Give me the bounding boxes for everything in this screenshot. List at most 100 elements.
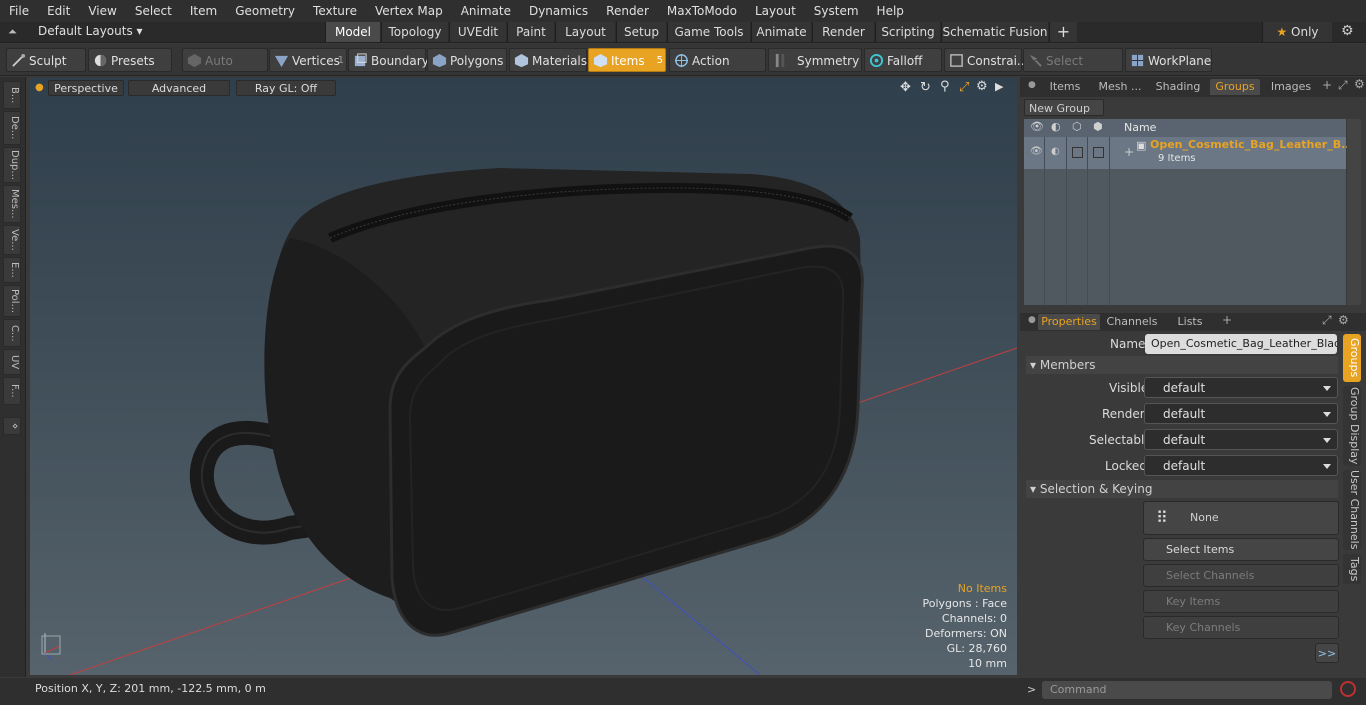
3d-viewport[interactable]: ● Perspective Advanced Ray GL: Off ✥ ↻ ⚲… (30, 78, 1017, 675)
tab-setup[interactable]: Setup (616, 22, 666, 42)
tab-shading[interactable]: Shading (1152, 79, 1204, 95)
add-props-tab-icon[interactable]: + (1222, 313, 1232, 327)
vertices-button[interactable]: Vertices 1 (269, 48, 347, 72)
left-tab-polygon[interactable]: Pol... (3, 285, 21, 317)
left-tab-basic[interactable]: B... (3, 81, 21, 109)
record-icon[interactable] (1340, 681, 1356, 697)
menu-texture[interactable]: Texture (304, 0, 366, 22)
vtab-groups[interactable]: Groups (1343, 334, 1361, 382)
row-lock-checkbox[interactable] (1072, 147, 1083, 158)
props-expand-icon[interactable]: ⤢ (1322, 313, 1332, 328)
props-settings-icon[interactable]: ⚙ (1338, 313, 1349, 327)
panel-menu-dot-icon[interactable]: ● (1028, 80, 1036, 90)
left-tab-mesh-edit[interactable]: Mes... (3, 185, 21, 223)
add-tab-button[interactable]: + (1049, 22, 1077, 42)
row-visibility-icon[interactable]: 👁 (1030, 146, 1043, 157)
left-tab-fusion[interactable]: F... (3, 377, 21, 405)
tab-model[interactable]: Model (325, 22, 380, 42)
row-select-checkbox[interactable] (1093, 147, 1104, 158)
selectable-dropdown[interactable]: default (1144, 429, 1338, 450)
tab-scripting[interactable]: Scripting (875, 22, 940, 42)
tab-uvedit[interactable]: UVEdit (449, 22, 506, 42)
command-input[interactable]: Command (1042, 681, 1332, 699)
tab-groups[interactable]: Groups (1210, 79, 1260, 95)
expand-icon[interactable]: + (1124, 145, 1134, 159)
collapse-up-icon[interactable]: ⏶ (8, 25, 17, 39)
select-through-button[interactable]: Select Through (1023, 48, 1123, 92)
tab-animate[interactable]: Animate (751, 22, 811, 42)
menu-geometry[interactable]: Geometry (226, 0, 304, 22)
left-tab-vertex[interactable]: Ve... (3, 225, 21, 255)
menu-edit[interactable]: Edit (38, 0, 79, 22)
left-tab-edge[interactable]: E... (3, 257, 21, 283)
expand-panel-icon[interactable]: ⤢ (1338, 78, 1348, 93)
lock-column-icon[interactable]: ⬡ (1072, 120, 1082, 133)
tab-items[interactable]: Items (1042, 79, 1088, 95)
panel-settings-icon[interactable]: ⚙ (1354, 77, 1365, 91)
tab-paint[interactable]: Paint (507, 22, 554, 42)
tab-render[interactable]: Render (812, 22, 874, 42)
menu-view[interactable]: View (79, 0, 125, 22)
menu-help[interactable]: Help (868, 0, 913, 22)
vtab-tags[interactable]: Tags (1343, 554, 1361, 584)
menu-render[interactable]: Render (597, 0, 658, 22)
more-button[interactable]: >> (1315, 643, 1339, 663)
vtab-user-channels[interactable]: User Channels (1343, 470, 1361, 550)
groups-list-scrollbar[interactable] (1347, 119, 1361, 305)
left-tab-deform[interactable]: De... (3, 111, 21, 145)
tab-channels[interactable]: Channels (1104, 314, 1160, 330)
left-tab-uv[interactable]: UV (3, 349, 21, 375)
members-section[interactable]: ▾ Members (1026, 356, 1338, 374)
left-tab-duplicate[interactable]: Dup... (3, 147, 21, 183)
menu-dynamics[interactable]: Dynamics (520, 0, 597, 22)
render-dropdown[interactable]: default (1144, 403, 1338, 424)
menu-vertex-map[interactable]: Vertex Map (366, 0, 452, 22)
constraints-button[interactable]: Constrai... (944, 48, 1028, 72)
key-channels-button[interactable]: Key Channels (1143, 616, 1339, 639)
visibility-column-icon[interactable]: 👁 (1030, 120, 1044, 133)
none-button[interactable]: ⠿ None (1143, 501, 1339, 535)
workplane-button[interactable]: WorkPlane (1125, 48, 1212, 72)
polygons-button[interactable]: Polygons (427, 48, 507, 72)
select-channels-button[interactable]: Select Channels (1143, 564, 1339, 587)
group-row[interactable]: 👁 ◐ + ▣ Open_Cosmetic_Bag_Leather_B... 9… (1024, 137, 1354, 169)
left-tab-curve[interactable]: C... (3, 319, 21, 347)
properties-menu-dot-icon[interactable]: ● (1028, 315, 1036, 325)
materials-button[interactable]: Materials (509, 48, 587, 72)
menu-system[interactable]: System (805, 0, 868, 22)
menu-item[interactable]: Item (181, 0, 226, 22)
symmetry-button[interactable]: Symmetry (768, 48, 862, 72)
menu-file[interactable]: File (0, 0, 38, 22)
tab-mesh[interactable]: Mesh ... (1092, 79, 1148, 95)
menu-layout[interactable]: Layout (746, 0, 805, 22)
left-tab-expand[interactable]: ⋄ (3, 417, 21, 435)
presets-button[interactable]: Presets (88, 48, 172, 72)
visible-dropdown[interactable]: default (1144, 377, 1338, 398)
menu-animate[interactable]: Animate (452, 0, 520, 22)
vtab-group-display[interactable]: Group Display (1343, 386, 1361, 466)
key-items-button[interactable]: Key Items (1143, 590, 1339, 613)
falloff-button[interactable]: Falloff (864, 48, 942, 72)
items-button[interactable]: Items 5 (588, 48, 666, 72)
menu-select[interactable]: Select (126, 0, 181, 22)
gear-icon[interactable]: ⚙ (1341, 23, 1354, 39)
tab-lists[interactable]: Lists (1164, 314, 1216, 330)
select-items-button[interactable]: Select Items (1143, 538, 1339, 561)
boundary-button[interactable]: Boundary (348, 48, 429, 72)
selection-keying-section[interactable]: ▾ Selection & Keying (1026, 480, 1338, 498)
tab-properties[interactable]: Properties (1038, 314, 1100, 330)
action-center-button[interactable]: Action Center (669, 48, 766, 92)
menu-maxtomodo[interactable]: MaxToModo (658, 0, 746, 22)
default-layouts-dropdown[interactable]: Default Layouts ▾ (38, 24, 143, 38)
render-column-icon[interactable]: ◐ (1051, 120, 1061, 133)
tab-topology[interactable]: Topology (381, 22, 448, 42)
tab-images[interactable]: Images (1266, 79, 1316, 95)
add-tab-icon[interactable]: + (1322, 78, 1332, 92)
tab-schematic-fusion[interactable]: Schematic Fusion (941, 22, 1048, 42)
row-render-icon[interactable]: ◐ (1051, 146, 1060, 157)
sculpt-button[interactable]: Sculpt (6, 48, 86, 72)
select-column-icon[interactable]: ⬢ (1093, 120, 1103, 133)
locked-dropdown[interactable]: default (1144, 455, 1338, 476)
auto-select-button[interactable]: Auto Select (182, 48, 268, 92)
new-group-button[interactable]: New Group (1024, 99, 1104, 116)
